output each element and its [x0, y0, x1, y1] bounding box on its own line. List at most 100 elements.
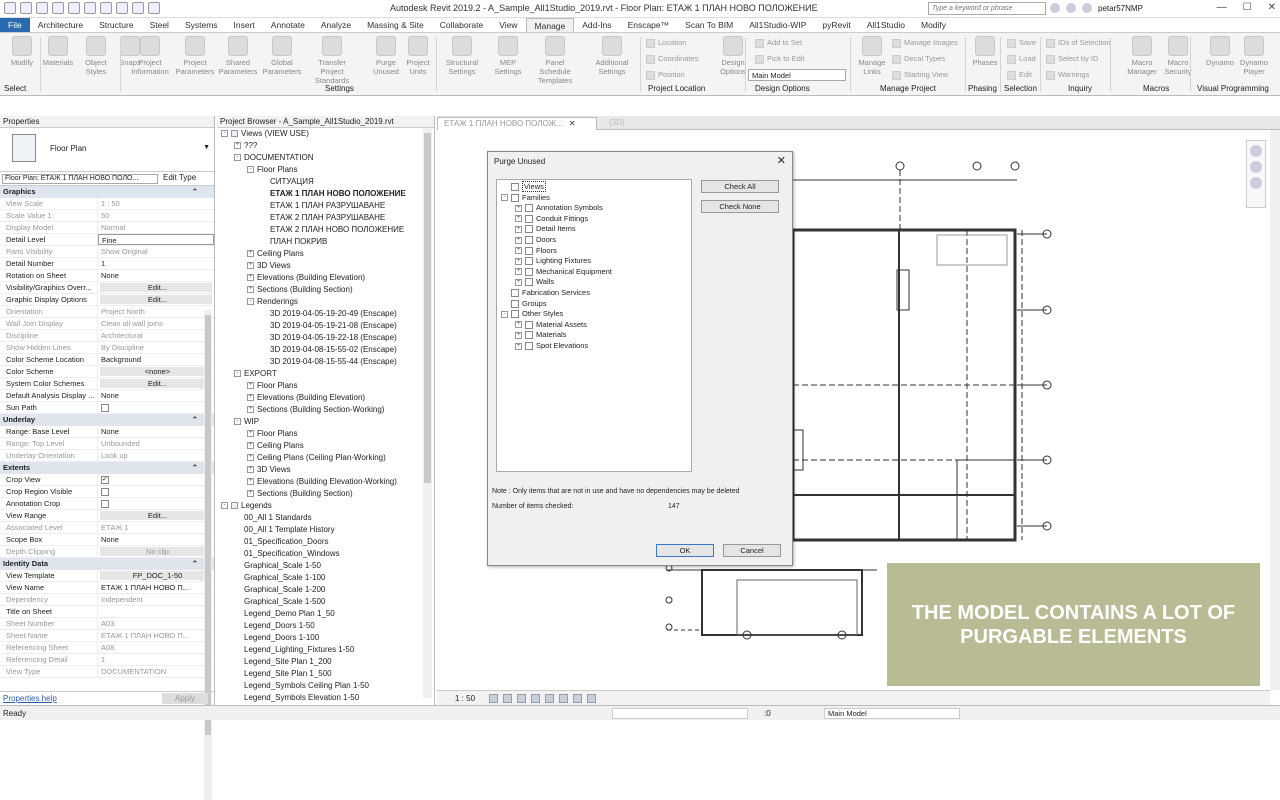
properties-scrollbar[interactable]	[204, 310, 212, 800]
purge-tree-item[interactable]: + Materials	[515, 329, 566, 340]
ribbon-mep-settings-button[interactable]: MEP Settings	[488, 36, 528, 76]
property-group[interactable]: Underlay ⌃	[0, 414, 214, 426]
property-value[interactable]: Fine	[98, 234, 214, 245]
ribbon-pick-to-edit-button[interactable]: Pick to Edit	[755, 54, 805, 64]
browser-item[interactable]: Legend_Site Plan 1_200	[234, 656, 332, 667]
browser-item[interactable]: + Floor Plans	[247, 380, 297, 391]
ribbon-starting-view-button[interactable]: Starting View	[892, 70, 948, 80]
tab-annotate[interactable]: Annotate	[263, 18, 313, 32]
collapse-icon[interactable]: -	[221, 130, 228, 138]
expand-icon[interactable]: +	[247, 490, 254, 498]
close-button[interactable]: ✕	[1268, 2, 1276, 13]
property-value[interactable]: ЕТАЖ 1 ПЛАН НОВО П...	[98, 582, 214, 593]
expand-icon[interactable]: +	[247, 466, 254, 474]
temp-hide-icon[interactable]	[573, 694, 582, 703]
expand-icon[interactable]: +	[247, 478, 254, 486]
ribbon-additional-settings-button[interactable]: Additional Settings	[592, 36, 632, 76]
checkbox[interactable]	[525, 214, 533, 223]
expand-icon[interactable]: +	[247, 274, 254, 282]
tab-all1studio[interactable]: All1Studio	[859, 18, 913, 32]
browser-item[interactable]: - Legends	[221, 500, 272, 511]
detail-level-icon[interactable]	[489, 694, 498, 703]
property-group[interactable]: Graphics ⌃	[0, 186, 214, 198]
ribbon-save-button[interactable]: Save	[1007, 38, 1036, 48]
panel-macros[interactable]: Macros	[1143, 84, 1169, 93]
close-icon[interactable]: ✕	[569, 119, 576, 128]
view-tab-3d[interactable]: {3D}	[603, 117, 631, 130]
expand-icon[interactable]: +	[247, 430, 254, 438]
property-value[interactable]: Background	[98, 354, 214, 365]
property-value[interactable]: None	[98, 390, 214, 401]
tab-add-ins[interactable]: Add-Ins	[574, 18, 619, 32]
panel-phasing[interactable]: Phasing	[968, 84, 997, 93]
panel-design-options[interactable]: Design Options	[755, 84, 810, 93]
ribbon-add-to-set-button[interactable]: Add to Set	[755, 38, 802, 48]
view-tab-floor-plan[interactable]: ЕТАЖ 1 ПЛАН НОВО ПОЛОЖ... ✕	[437, 117, 597, 130]
minimize-button[interactable]: —	[1217, 2, 1227, 13]
browser-item[interactable]: - Views (VIEW USE)	[221, 128, 309, 139]
browser-item[interactable]: Legend_Site Plan 1_500	[234, 668, 332, 679]
purge-tree-item[interactable]: + Conduit Fittings	[515, 213, 588, 224]
checkbox[interactable]	[511, 183, 519, 192]
design-option-select[interactable]: Main Model	[748, 69, 846, 81]
ribbon-decal-types-button[interactable]: Decal Types	[892, 54, 945, 64]
type-selector[interactable]: Floor Plan ▼	[0, 128, 214, 172]
user-name[interactable]: petar57NMP	[1098, 4, 1143, 13]
checkbox[interactable]	[511, 193, 519, 202]
property-value[interactable]	[98, 486, 214, 497]
expand-icon[interactable]: +	[515, 236, 522, 244]
ribbon-shared-parameters-button[interactable]: Shared Parameters	[218, 36, 258, 76]
ribbon-design-options-button[interactable]: Design Options	[713, 36, 753, 76]
browser-item[interactable]: ЕТАЖ 1 ПЛАН НОВО ПОЛОЖЕНИЕ	[260, 188, 406, 199]
browser-item[interactable]: - EXPORT	[234, 368, 277, 379]
tab-structure[interactable]: Structure	[91, 18, 142, 32]
browser-item[interactable]: Graphical_Scale 1-500	[234, 596, 325, 607]
expand-icon[interactable]: +	[515, 342, 522, 350]
check-all-button[interactable]: Check All	[701, 180, 779, 193]
reveal-hidden-icon[interactable]	[587, 694, 596, 703]
tab-insert[interactable]: Insert	[226, 18, 263, 32]
expand-icon[interactable]: +	[234, 142, 241, 150]
browser-item[interactable]: + Elevations (Building Elevation-Working)	[247, 476, 397, 487]
checkbox[interactable]	[525, 257, 533, 266]
browser-item[interactable]: + Sections (Building Section)	[247, 488, 353, 499]
section-icon[interactable]	[148, 2, 160, 14]
collapse-icon[interactable]: ⌃	[192, 186, 198, 197]
browser-item[interactable]: Legend_Symbols Elevation 1-50	[234, 692, 359, 703]
design-option-status[interactable]: Main Model	[824, 708, 960, 719]
purge-tree-item[interactable]: + Floors	[515, 245, 557, 256]
browser-item[interactable]: + Sections (Building Section-Working)	[247, 404, 384, 415]
property-value[interactable]	[98, 606, 214, 617]
collapse-icon[interactable]: -	[501, 194, 508, 202]
tab-pyrevit[interactable]: pyRevit	[814, 18, 858, 32]
property-value[interactable]: Edit...	[100, 295, 212, 304]
visual-style-icon[interactable]	[503, 694, 512, 703]
crop-view-icon[interactable]	[545, 694, 554, 703]
properties-help-link[interactable]: Properties help	[3, 694, 57, 703]
ribbon-location-button[interactable]: Location	[646, 38, 686, 48]
tab-systems[interactable]: Systems	[177, 18, 226, 32]
browser-item[interactable]: 3D 2019-04-08-15-55-44 (Enscape)	[260, 356, 397, 367]
property-value[interactable]: Edit...	[100, 283, 212, 292]
expand-icon[interactable]: +	[247, 406, 254, 414]
expand-icon[interactable]: +	[515, 257, 522, 265]
search-icon[interactable]	[1050, 3, 1060, 13]
workset-select[interactable]	[612, 708, 748, 719]
browser-item[interactable]: + Ceiling Plans	[247, 440, 304, 451]
checkbox[interactable]	[525, 204, 533, 213]
browser-item[interactable]: Graphical_Scale 1-100	[234, 572, 325, 583]
purge-tree-item[interactable]: Views	[501, 181, 546, 192]
browser-item[interactable]: + Ceiling Plans (Ceiling Plan-Working)	[247, 452, 386, 463]
ribbon-structural-settings-button[interactable]: Structural Settings	[442, 36, 482, 76]
collapse-icon[interactable]: -	[234, 418, 241, 426]
checkbox[interactable]	[525, 246, 533, 255]
ribbon-materials-button[interactable]: Materials	[38, 36, 78, 67]
purge-tree-item[interactable]: + Detail Items	[515, 223, 576, 234]
browser-item[interactable]: + Elevations (Building Elevation)	[247, 392, 365, 403]
purge-tree-item[interactable]: + Lighting Fixtures	[515, 255, 591, 266]
expand-icon[interactable]: +	[515, 247, 522, 255]
pan-icon[interactable]	[1250, 177, 1262, 189]
purge-tree-item[interactable]: + Doors	[515, 234, 556, 245]
purge-tree-item[interactable]: - Families	[501, 192, 550, 203]
browser-item[interactable]: 3D 2019-04-05-19-21-08 (Enscape)	[260, 320, 397, 331]
